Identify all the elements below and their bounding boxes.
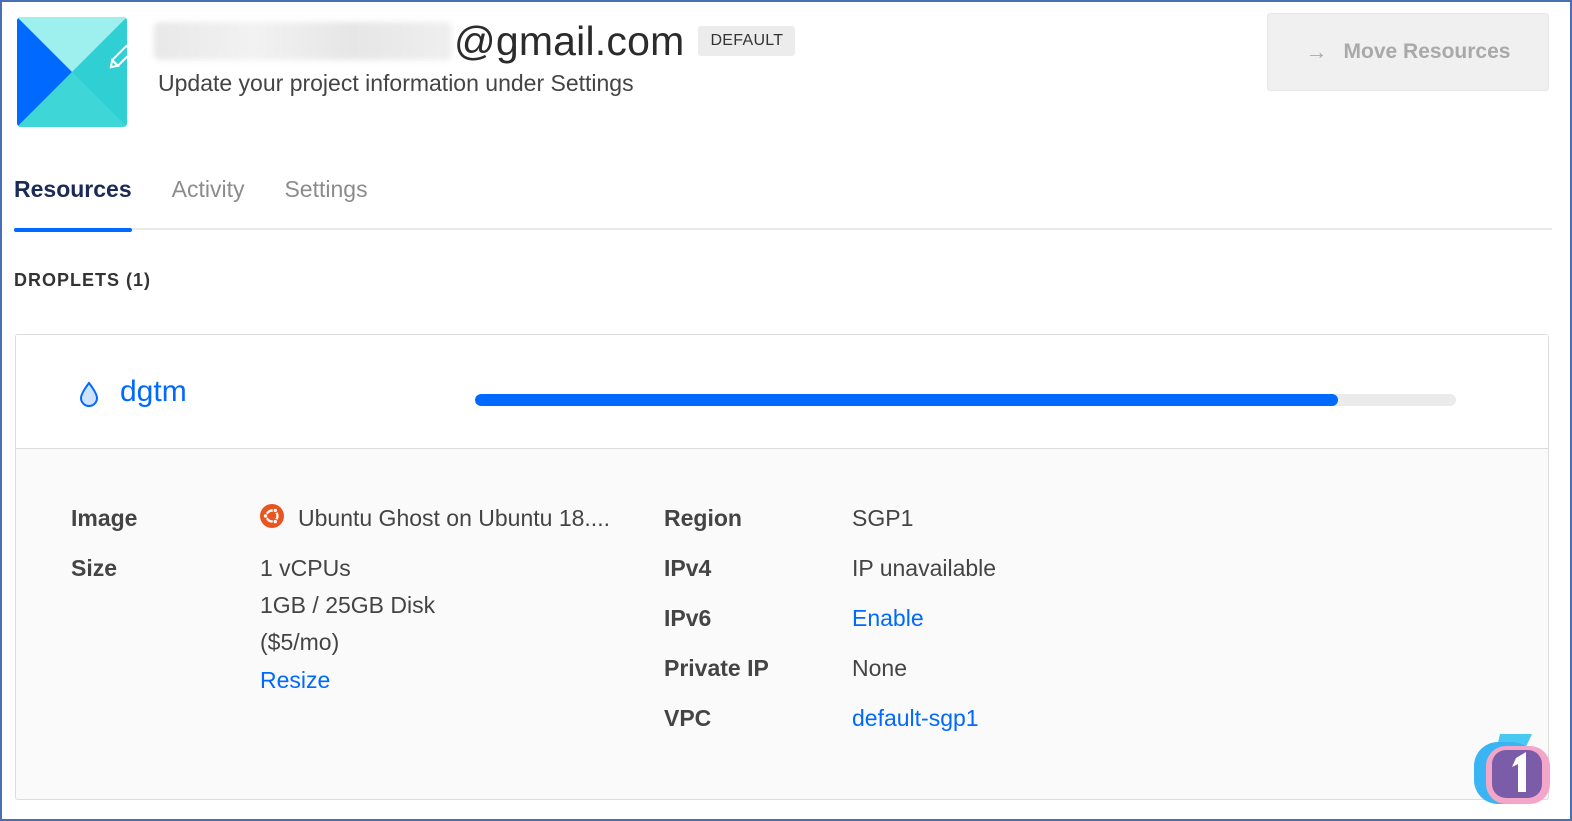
size-price: ($5/mo) [260,629,340,655]
ipv4-label: IPv4 [664,555,712,581]
droplet-icon [79,381,99,407]
tab-bar: Resources Activity Settings [14,168,1552,232]
default-badge: DEFAULT [698,26,796,56]
move-resources-button[interactable]: → Move Resources [1267,13,1549,91]
redacted-email-name [154,22,452,60]
ipv6-enable-link[interactable]: Enable [852,605,924,632]
progress-fill [475,394,1339,406]
project-subtitle: Update your project information under Se… [158,70,634,96]
droplets-section-label: DROPLETS (1) [14,270,152,290]
tab-resources[interactable]: Resources [14,168,132,232]
size-memory-disk: 1GB / 25GB Disk [260,592,436,618]
size-label: Size [71,555,118,581]
email-domain: @gmail.com [454,17,685,64]
vpc-label: VPC [664,705,712,731]
private-ip-label: Private IP [664,655,769,681]
vpc-link[interactable]: default-sgp1 [852,705,979,732]
region-value: SGP1 [852,505,914,531]
project-icon[interactable] [17,17,127,127]
droplet-progress-bar [475,394,1456,406]
tab-settings[interactable]: Settings [284,168,367,230]
arrow-right-icon: → [1305,39,1328,64]
size-cpu: 1 vCPUs [260,555,351,581]
image-value: Ubuntu Ghost on Ubuntu 18.... [298,505,610,531]
tab-activity[interactable]: Activity [172,168,245,230]
droplet-card-header: dgtm [16,335,1548,449]
move-resources-label: Move Resources [1343,40,1511,63]
project-title: @gmail.com DEFAULT [154,17,796,64]
private-ip-value: None [852,655,907,681]
image-label: Image [71,505,138,531]
ipv4-value: IP unavailable [852,555,997,581]
corner-logo-icon [1474,734,1550,804]
droplet-name-link[interactable]: dgtm [120,375,187,409]
resize-link[interactable]: Resize [260,667,330,694]
region-label: Region [664,505,742,531]
droplet-card: dgtm Image Ubuntu Ghost on Ubuntu 18....… [15,334,1549,800]
ipv6-label: IPv6 [664,605,712,631]
ubuntu-icon [260,504,284,528]
pencil-icon [109,44,127,69]
